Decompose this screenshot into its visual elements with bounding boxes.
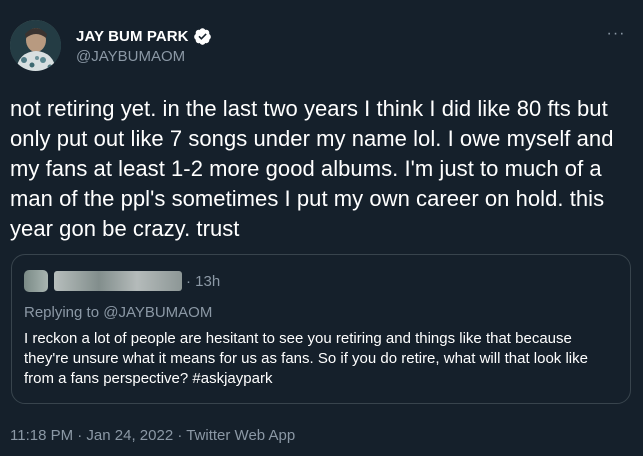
author-display-name[interactable]: JAY BUM PARK	[76, 28, 189, 45]
author-name-row: JAY BUM PARK	[76, 26, 212, 46]
ellipsis-icon[interactable]: ···	[603, 24, 629, 44]
quoted-tweet-header: · 13h	[24, 270, 220, 292]
quoted-tweet-time[interactable]: · 13h	[186, 273, 220, 290]
tweet-timestamp[interactable]: 11:18 PM · Jan 24, 2022 · Twitter Web Ap…	[10, 427, 295, 444]
quoted-tweet-text: I reckon a lot of people are hesitant to…	[24, 330, 588, 387]
author-info: JAY BUM PARK @JAYBUMAOM	[76, 26, 212, 65]
quoted-author-name-redacted	[54, 271, 182, 291]
tweet-text: not retiring yet. in the last two years …	[10, 96, 614, 241]
author-avatar[interactable]	[10, 20, 61, 71]
replying-to-handle[interactable]: @JAYBUMAOM	[103, 304, 212, 321]
verified-badge-icon	[193, 27, 212, 46]
replying-to: Replying to @JAYBUMAOM	[24, 304, 212, 321]
replying-to-prefix: Replying to	[24, 304, 100, 321]
tweet-card: JAY BUM PARK @JAYBUMAOM ··· not retiring…	[0, 0, 643, 456]
profile-photo-icon	[10, 20, 61, 71]
quoted-author-avatar[interactable]	[24, 270, 48, 292]
author-handle[interactable]: @JAYBUMAOM	[76, 48, 212, 65]
quoted-tweet[interactable]: · 13h Replying to @JAYBUMAOM I reckon a …	[11, 254, 631, 404]
